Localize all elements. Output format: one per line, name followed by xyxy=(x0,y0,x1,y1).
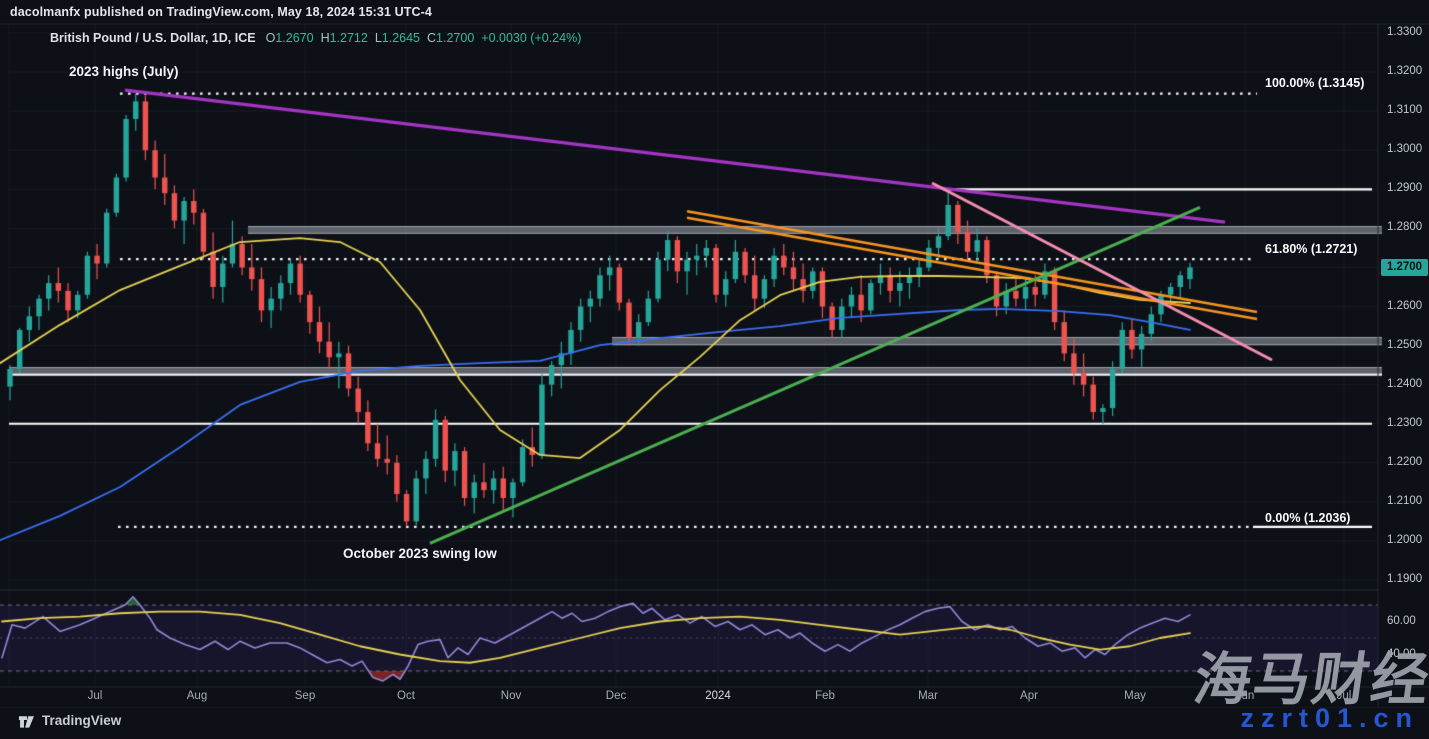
price-tick: 1.3300 xyxy=(1387,26,1422,38)
ohlc-field: O1.2670 xyxy=(266,31,314,45)
time-tick: Feb xyxy=(815,690,835,702)
time-tick: Apr xyxy=(1020,690,1038,702)
fib-label-618[interactable]: 61.80% (1.2721) xyxy=(1265,242,1357,256)
time-tick: Sep xyxy=(295,690,315,702)
annotation-2023-highs[interactable]: 2023 highs (July) xyxy=(69,64,179,79)
time-tick: Oct xyxy=(397,690,415,702)
price-tick: 1.2900 xyxy=(1387,182,1422,194)
price-chart-canvas[interactable] xyxy=(0,0,1429,739)
price-tick: 1.2000 xyxy=(1387,534,1422,546)
price-axis[interactable] xyxy=(1378,24,1429,687)
time-tick: 2024 xyxy=(705,690,731,702)
price-tick: 1.2300 xyxy=(1387,417,1422,429)
time-tick: Dec xyxy=(606,690,626,702)
price-tick: 1.2600 xyxy=(1387,300,1422,312)
price-tick: 1.3100 xyxy=(1387,104,1422,116)
published-byline: dacolmanfx published on TradingView.com,… xyxy=(10,5,432,19)
price-tick: 1.3200 xyxy=(1387,65,1422,77)
symbol-legend[interactable]: British Pound / U.S. Dollar, 1D, ICE O1.2… xyxy=(50,31,581,45)
price-tick: 1.1900 xyxy=(1387,573,1422,585)
price-tick: 1.2200 xyxy=(1387,456,1422,468)
change-value: +0.0030 (+0.24%) xyxy=(481,31,581,45)
time-tick: May xyxy=(1124,690,1146,702)
annotation-october-swing-low[interactable]: October 2023 swing low xyxy=(343,546,497,561)
time-tick: Nov xyxy=(501,690,521,702)
price-tick: 1.2800 xyxy=(1387,221,1422,233)
time-tick: Mar xyxy=(918,690,938,702)
ohlc-field: L1.2645 xyxy=(375,31,420,45)
ohlc-values: O1.2670 H1.2712 L1.2645 C1.2700 xyxy=(266,31,482,45)
watermark-url: zzrt01.cn xyxy=(1240,703,1419,734)
price-tick: 1.2400 xyxy=(1387,378,1422,390)
fib-label-100[interactable]: 100.00% (1.3145) xyxy=(1265,76,1364,90)
rsi-tick: 60.00 xyxy=(1387,615,1416,627)
fib-label-0[interactable]: 0.00% (1.2036) xyxy=(1265,511,1350,525)
price-tick: 1.2500 xyxy=(1387,339,1422,351)
price-tick: 1.3000 xyxy=(1387,143,1422,155)
tradingview-logo-text: TradingView xyxy=(42,713,121,728)
tradingview-logo[interactable]: TradingView xyxy=(18,712,121,729)
last-price-badge: 1.2700 xyxy=(1381,259,1428,276)
ohlc-field: C1.2700 xyxy=(427,31,474,45)
ohlc-field: H1.2712 xyxy=(321,31,368,45)
tradingview-published-chart: dacolmanfx published on TradingView.com,… xyxy=(0,0,1429,739)
time-tick: Jul xyxy=(88,690,103,702)
time-tick: Aug xyxy=(187,690,207,702)
symbol-title[interactable]: British Pound / U.S. Dollar, 1D, ICE xyxy=(50,31,256,45)
tradingview-logo-icon xyxy=(18,712,35,729)
price-tick: 1.2100 xyxy=(1387,495,1422,507)
